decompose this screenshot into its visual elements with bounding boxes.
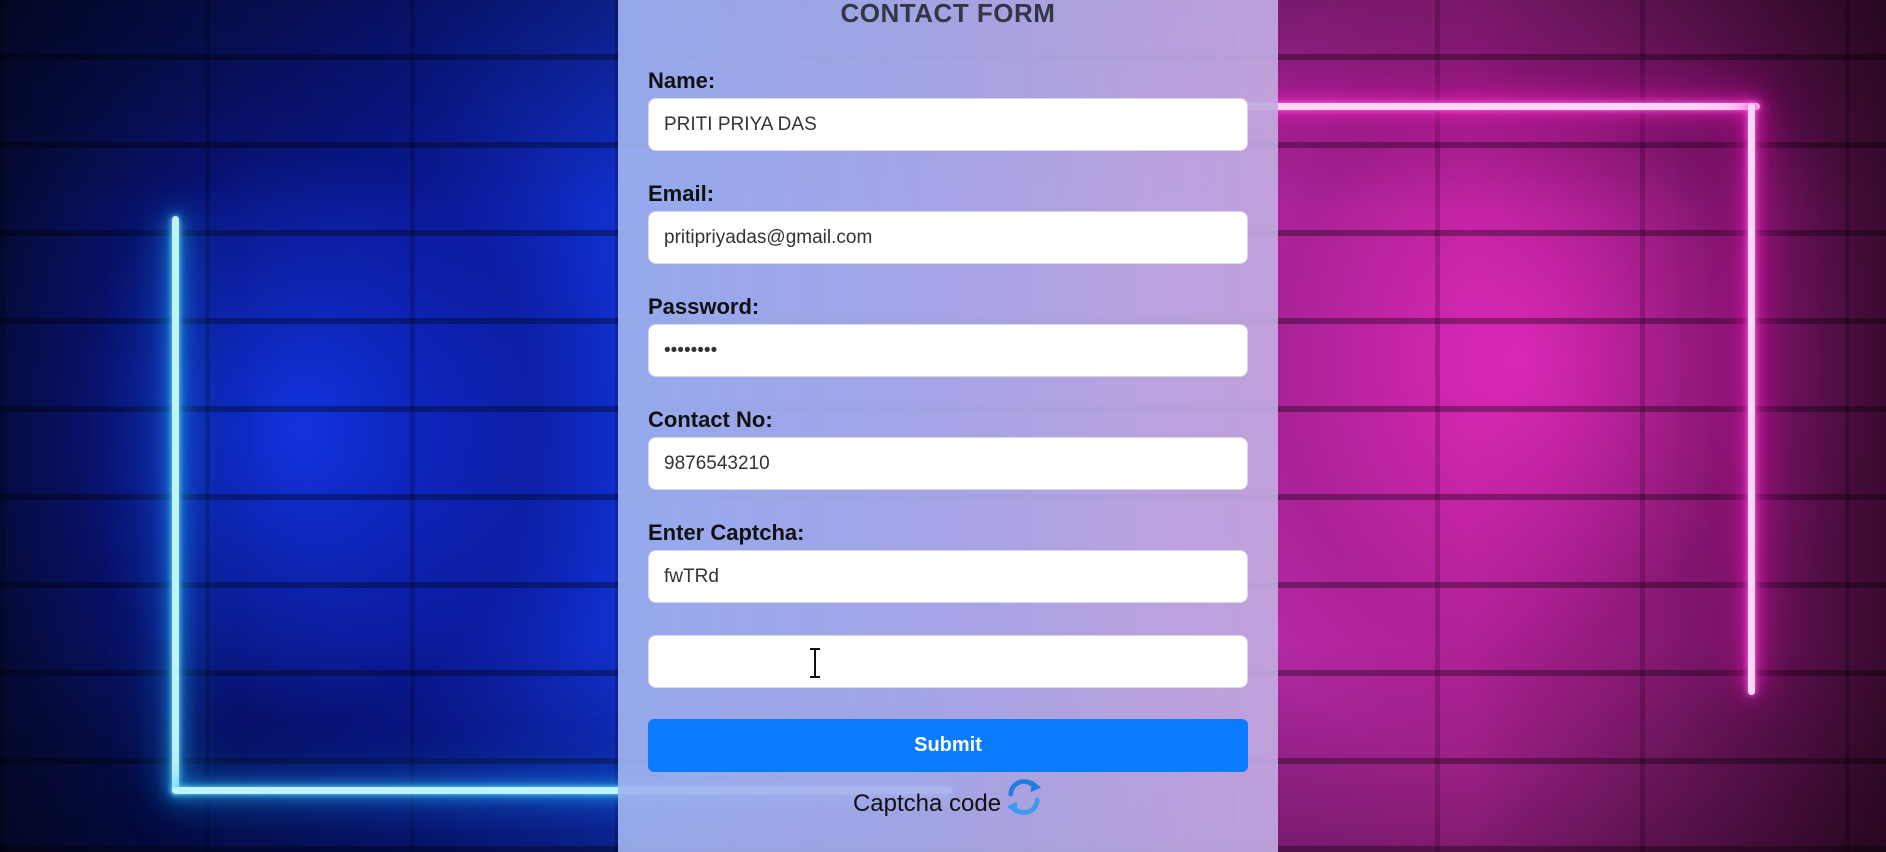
contact-label: Contact No: [648,407,773,432]
captcha-code-text: Captcha code [852,790,1002,817]
captcha-code-row: Captcha code [618,779,1278,818]
submit-label: Submit [914,734,982,756]
contact-field[interactable]: 9876543210 [648,437,1248,490]
password-value: •••••••• [664,339,718,361]
neon-blue-vertical-tube [172,216,179,794]
captcha-entry-input[interactable] [648,635,1248,688]
submit-button[interactable]: Submit [648,719,1248,772]
contact-value: 9876543210 [664,452,770,474]
text-cursor-icon [810,648,820,678]
contact-form-panel: CONTACT FORM Name: PRITI PRIYA DAS Email… [618,0,1278,852]
form-title: CONTACT FORM [840,0,1056,28]
name-label: Name: [648,68,716,93]
email-label: Email: [648,181,715,206]
neon-pink-vertical-tube [1748,103,1755,695]
password-field[interactable]: •••••••• [648,324,1248,377]
captcha-value: fwTRd [664,565,719,587]
refresh-icon[interactable] [1005,777,1043,817]
neon-pink-horizontal-tube [1240,103,1760,110]
email-field[interactable]: pritipriyadas@gmail.com [648,211,1248,264]
captcha-label: Enter Captcha: [648,520,805,545]
captcha-display-field: fwTRd [648,550,1248,603]
name-field[interactable]: PRITI PRIYA DAS [648,98,1248,151]
email-value: pritipriyadas@gmail.com [664,226,873,248]
name-value: PRITI PRIYA DAS [664,113,817,135]
password-label: Password: [648,294,760,319]
